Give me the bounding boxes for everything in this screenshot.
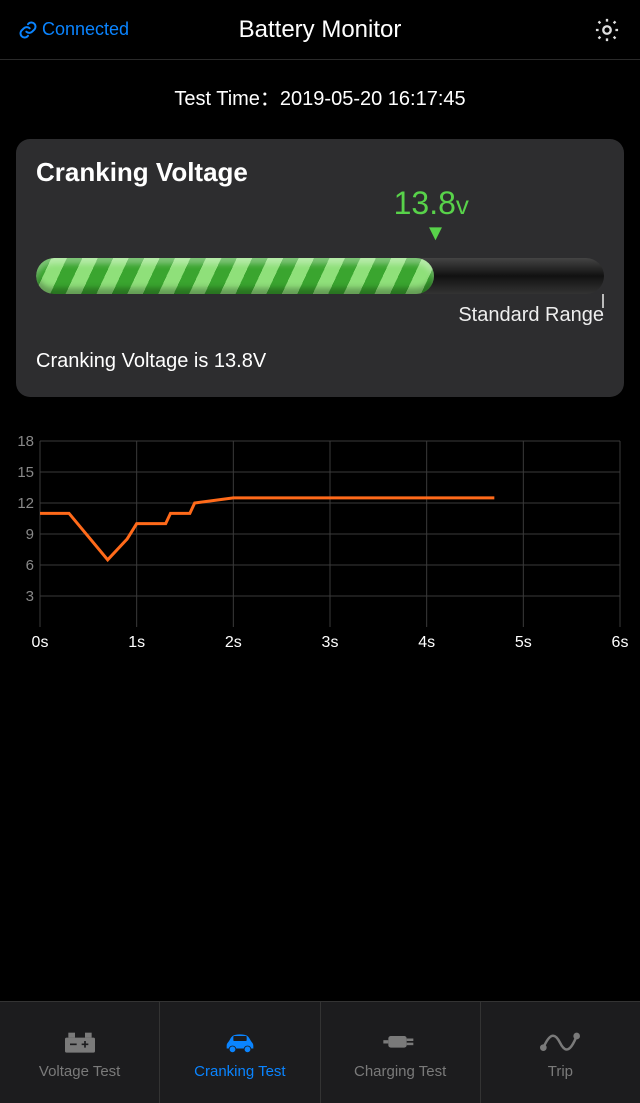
link-icon <box>18 20 38 40</box>
voltage-bar: 13.8v ▼ Standard Range <box>36 258 604 294</box>
range-label: Standard Range <box>458 304 604 327</box>
tab-voltage-test[interactable]: Voltage Test <box>0 1002 160 1103</box>
chart-svg: 3 6 9 12 15 18 0s 1s 2s 3s 4s 5s 6s <box>12 433 628 653</box>
svg-text:3: 3 <box>26 588 34 605</box>
app-header: Connected Battery Monitor <box>0 0 640 60</box>
svg-text:9: 9 <box>26 526 34 543</box>
voltage-unit: v <box>456 190 469 220</box>
tab-cranking-test[interactable]: Cranking Test <box>160 1002 320 1103</box>
tab-charging-test[interactable]: Charging Test <box>321 1002 481 1103</box>
tab-trip[interactable]: Trip <box>481 1002 640 1103</box>
gear-icon <box>593 16 621 44</box>
tab-label: Charging Test <box>354 1063 446 1080</box>
card-title: Cranking Voltage <box>36 157 604 188</box>
voltage-chart: 3 6 9 12 15 18 0s 1s 2s 3s 4s 5s 6s <box>12 433 628 653</box>
summary-prefix: Cranking Voltage is <box>36 350 214 372</box>
bar-fill <box>36 258 434 294</box>
voltage-value: 13.8 <box>394 185 456 221</box>
plug-icon <box>380 1025 420 1057</box>
battery-icon <box>60 1025 100 1057</box>
svg-text:15: 15 <box>17 464 34 481</box>
test-time-label: Test Time： <box>174 88 280 110</box>
settings-button[interactable] <box>592 15 622 45</box>
svg-text:18: 18 <box>17 433 34 450</box>
svg-text:6s: 6s <box>612 634 628 651</box>
connection-label: Connected <box>42 19 129 40</box>
page-title: Battery Monitor <box>239 16 402 44</box>
connection-status: Connected <box>18 19 129 40</box>
test-time-value: 2019-05-20 16:17:45 <box>280 88 466 110</box>
tab-bar: Voltage Test Cranking Test Charging Test… <box>0 1001 640 1103</box>
card-summary: Cranking Voltage is 13.8V <box>36 350 604 373</box>
svg-text:3s: 3s <box>322 634 339 651</box>
svg-text:0s: 0s <box>32 634 49 651</box>
voltage-reading: 13.8v <box>394 185 469 222</box>
car-icon <box>220 1025 260 1057</box>
svg-text:1s: 1s <box>128 634 145 651</box>
pointer-icon: ▼ <box>425 228 447 238</box>
tab-label: Voltage Test <box>39 1063 120 1080</box>
bar-track <box>36 258 604 294</box>
tab-label: Trip <box>548 1063 573 1080</box>
svg-text:6: 6 <box>26 557 34 574</box>
svg-text:5s: 5s <box>515 634 532 651</box>
svg-text:4s: 4s <box>418 634 435 651</box>
summary-value: 13.8V <box>214 350 266 372</box>
cranking-voltage-card: Cranking Voltage 13.8v ▼ Standard Range … <box>16 139 624 397</box>
svg-text:12: 12 <box>17 495 34 512</box>
test-time: Test Time：2019-05-20 16:17:45 <box>0 82 640 111</box>
tab-label: Cranking Test <box>194 1063 285 1080</box>
svg-text:2s: 2s <box>225 634 242 651</box>
wave-icon <box>540 1025 580 1057</box>
